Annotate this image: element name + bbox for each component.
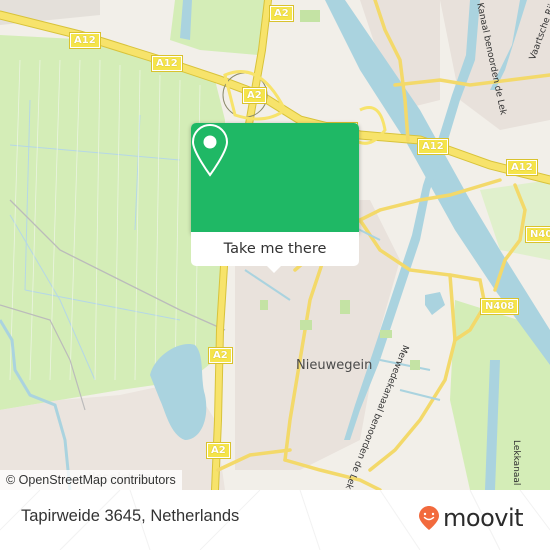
- location-popup: Take me there: [191, 123, 359, 273]
- road-shield-a12: A12: [151, 55, 183, 72]
- road-shield-n408: N408: [524, 226, 550, 243]
- popup-header: [191, 123, 359, 232]
- popup-pointer: [265, 264, 283, 273]
- road-shield-a2: A2: [242, 87, 267, 104]
- canal-label-lekkanaal: Lekkanaal: [511, 440, 521, 486]
- road-shield-a2: A2: [269, 5, 294, 22]
- map-card: A2 A12 A12 A2 A12 A12 A12 A2 A2 N408 N40…: [0, 0, 550, 550]
- road-shield-a2: A2: [206, 442, 231, 459]
- moovit-logo[interactable]: moovit: [418, 504, 524, 532]
- map-view[interactable]: A2 A12 A12 A2 A12 A12 A12 A2 A2 N408 N40…: [0, 0, 550, 490]
- road-shield-n408: N408: [479, 298, 520, 315]
- road-shield-a12: A12: [69, 32, 101, 49]
- footer: Tapirweide 3645, Netherlands moovit: [0, 490, 550, 550]
- moovit-smiley-pin-icon: [419, 506, 439, 530]
- road-shield-a12: A12: [417, 138, 449, 155]
- take-me-there-button[interactable]: Take me there: [191, 232, 359, 266]
- road-shield-a12: A12: [506, 159, 538, 176]
- road-shield-a2: A2: [208, 347, 233, 364]
- map-attribution[interactable]: © OpenStreetMap contributors: [0, 470, 182, 490]
- moovit-wordmark: moovit: [443, 504, 524, 532]
- address-label: Tapirweide 3645, Netherlands: [21, 507, 240, 525]
- place-label-nieuwegein: Nieuwegein: [296, 358, 373, 373]
- map-pin-icon: [191, 123, 229, 177]
